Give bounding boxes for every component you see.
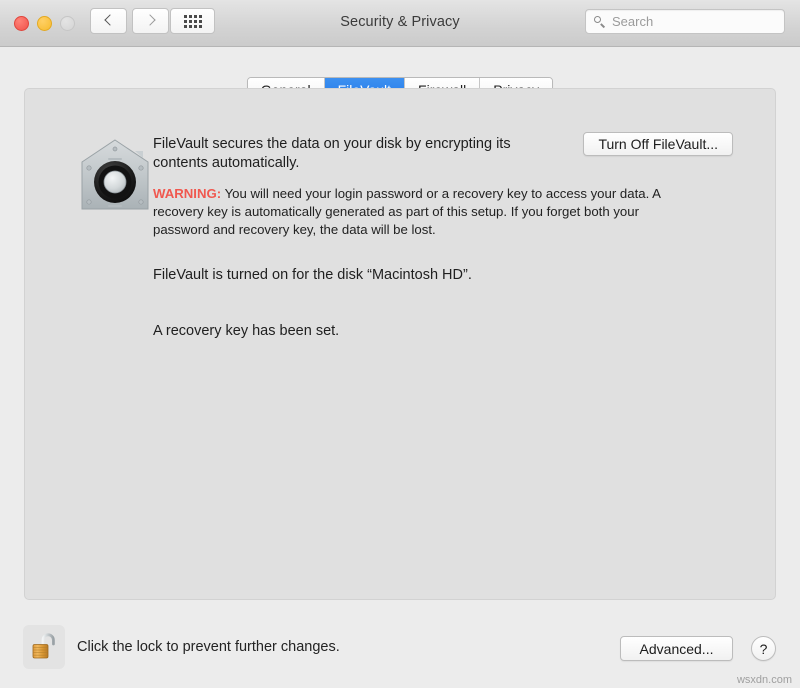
turn-off-filevault-button[interactable]: Turn Off FileVault... — [583, 132, 733, 156]
advanced-button[interactable]: Advanced... — [620, 636, 733, 661]
filevault-vault-icon — [81, 139, 149, 210]
warning-label: WARNING: — [153, 186, 222, 201]
search-icon — [594, 15, 606, 28]
recovery-key-status-line: A recovery key has been set. — [153, 323, 340, 339]
padlock-open-icon — [32, 633, 55, 659]
lock-caption: Click the lock to prevent further change… — [77, 639, 340, 655]
warning-body: You will need your login password or a r… — [153, 186, 661, 237]
filevault-status-line: FileVault is turned on for the disk “Mac… — [153, 267, 472, 283]
filevault-warning: WARNING: You will need your login passwo… — [153, 185, 698, 239]
filevault-description: FileVault secures the data on your disk … — [153, 136, 511, 171]
filevault-panel: FileVault secures the data on your disk … — [24, 88, 776, 600]
preferences-window: Security & Privacy Search General FileVa… — [0, 0, 800, 688]
help-button[interactable]: ? — [751, 636, 776, 661]
window-toolbar: Security & Privacy Search — [0, 0, 800, 47]
lock-toggle-button[interactable] — [23, 625, 65, 669]
search-input[interactable]: Search — [585, 9, 785, 34]
watermark: wsxdn.com — [736, 674, 792, 686]
search-placeholder: Search — [612, 14, 654, 29]
